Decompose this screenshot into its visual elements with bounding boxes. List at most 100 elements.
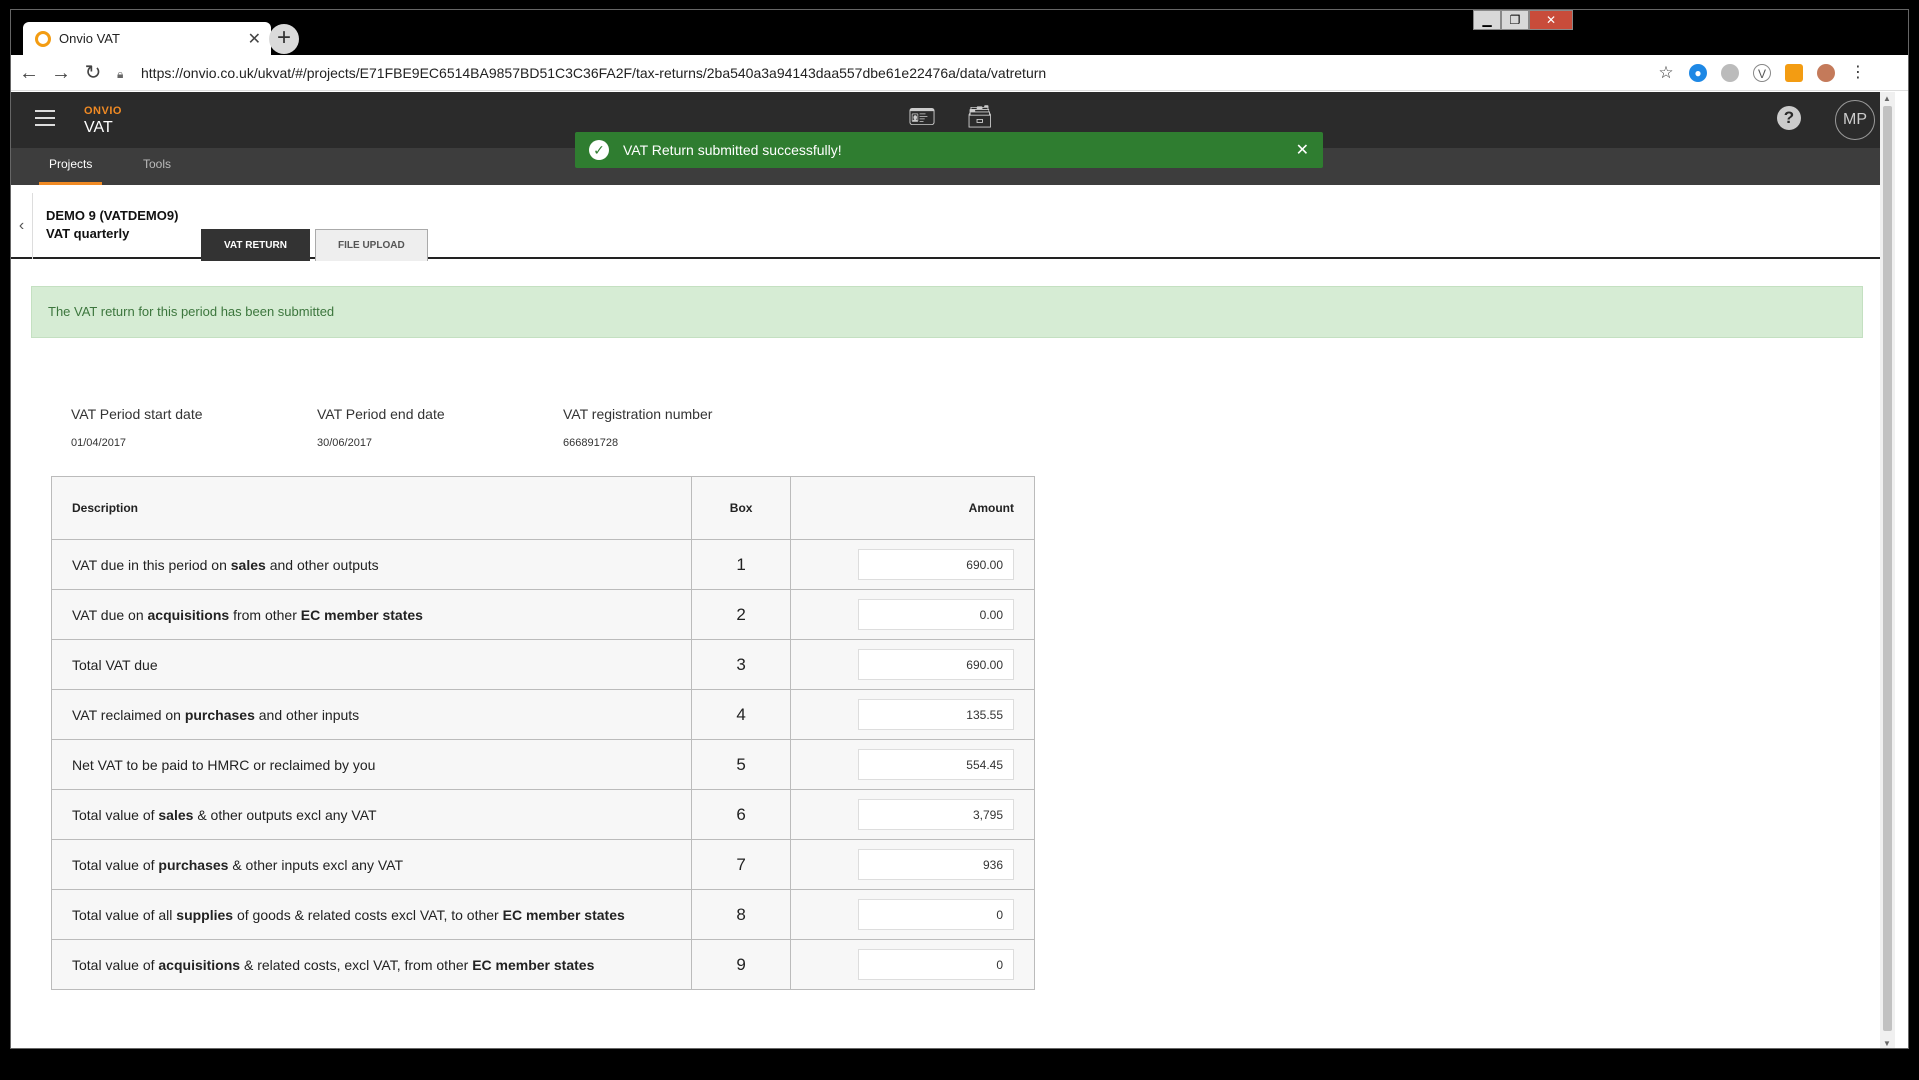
description-bold-text: EC member states <box>300 606 423 623</box>
amount-input[interactable] <box>858 649 1014 680</box>
extension-v-icon[interactable]: V <box>1753 63 1771 82</box>
row-amount-cell <box>790 539 1035 590</box>
table-row: VAT due on acquisitions from other EC me… <box>50 589 1035 640</box>
brand-name: VAT <box>84 119 113 136</box>
chevron-left-icon[interactable]: ‹ <box>11 193 33 259</box>
description-text: Total value of <box>72 956 159 973</box>
amount-input[interactable] <box>858 749 1014 780</box>
tab-close-icon[interactable]: ✕ <box>248 29 261 49</box>
vat-return-table: Description Box Amount VAT due in this p… <box>50 476 1035 990</box>
meta-start: VAT Period start date 01/04/2017 <box>71 406 203 449</box>
nav-tab-tools[interactable]: Tools <box>133 148 181 185</box>
scrollbar-thumb[interactable] <box>1883 106 1892 1031</box>
row-box-number: 9 <box>691 939 792 990</box>
lock-icon: 🔒︎ <box>117 66 124 81</box>
row-box-number: 4 <box>691 689 792 740</box>
description-text: and other outputs <box>265 556 379 573</box>
browser-window: Onvio VAT ✕ + ▁ ❐ ✕ ← → ↻ 🔒︎ https://onv… <box>10 9 1909 1049</box>
description-bold-text: purchases <box>158 856 229 873</box>
description-text: Total VAT due <box>72 656 158 673</box>
description-bold-text: acquisitions <box>158 956 241 973</box>
row-box-number: 6 <box>691 789 792 840</box>
table-row: Net VAT to be paid to HMRC or reclaimed … <box>50 739 1035 790</box>
row-description: Total value of sales & other outputs exc… <box>50 789 693 840</box>
amount-input[interactable] <box>858 599 1014 630</box>
window-close-button[interactable]: ✕ <box>1529 10 1573 30</box>
browser-menu-icon[interactable]: ⋮ <box>1849 64 1867 82</box>
url-text: https://onvio.co.uk/ukvat/#/projects/E71… <box>141 64 1047 81</box>
description-bold-text: EC member states <box>502 906 625 923</box>
maximize-button[interactable]: ❐ <box>1501 10 1529 30</box>
extension-grey-icon[interactable] <box>1721 63 1739 82</box>
amount-input[interactable] <box>858 549 1014 580</box>
row-description: Total value of all supplies of goods & r… <box>50 889 693 940</box>
window-controls: ▁ ❐ ✕ <box>1473 10 1573 30</box>
amount-input[interactable] <box>858 949 1014 980</box>
archive-icon[interactable]: 🗃︎ <box>966 104 994 130</box>
description-text: VAT reclaimed on <box>72 706 185 723</box>
description-text: & related costs, excl VAT, from other <box>240 956 473 973</box>
description-bold-text: supplies <box>176 906 234 923</box>
end-date-value: 30/06/2017 <box>317 437 373 449</box>
project-header: ‹ DEMO 9 (VATDEMO9) VAT quarterly VAT RE… <box>11 193 1885 261</box>
back-arrow-icon[interactable]: ← <box>15 59 43 87</box>
row-description: VAT due on acquisitions from other EC me… <box>50 589 693 640</box>
forward-arrow-icon[interactable]: → <box>47 59 75 87</box>
reg-number-value: 666891728 <box>563 437 619 449</box>
table-row: Total VAT due 3 <box>50 639 1035 690</box>
table-row: Total value of sales & other outputs exc… <box>50 789 1035 840</box>
table-body: VAT due in this period on sales and othe… <box>50 539 1035 990</box>
row-amount-cell <box>790 789 1035 840</box>
description-bold-text: purchases <box>184 706 255 723</box>
extension-orange-icon[interactable] <box>1785 63 1803 82</box>
extension-icons: ☆ ● V ⋮ <box>1657 63 1867 82</box>
profile-icon[interactable] <box>1817 63 1835 82</box>
description-text: VAT due on <box>72 606 148 623</box>
description-bold-text: acquisitions <box>147 606 230 623</box>
toast-close-icon[interactable]: ✕ <box>1296 140 1309 160</box>
new-tab-button[interactable]: + <box>269 24 299 54</box>
row-description: Total VAT due <box>50 639 693 690</box>
page-scrollbar[interactable]: ▲ ▼ <box>1880 92 1895 1048</box>
header-center-icons: 🪪︎ 🗃︎ <box>908 104 994 130</box>
scroll-down-icon[interactable]: ▼ <box>1883 1039 1891 1048</box>
description-text: Total value of <box>72 856 159 873</box>
description-text: Total value of <box>72 806 159 823</box>
help-icon[interactable]: ? <box>1777 106 1801 130</box>
nav-tab-projects[interactable]: Projects <box>39 148 103 185</box>
scroll-up-icon[interactable]: ▲ <box>1883 94 1891 103</box>
amount-input[interactable] <box>858 699 1014 730</box>
description-text: Total value of all <box>72 906 177 923</box>
amount-input[interactable] <box>858 899 1014 930</box>
amount-input[interactable] <box>858 849 1014 880</box>
tab-vat-return[interactable]: VAT RETURN <box>201 229 310 261</box>
star-icon[interactable]: ☆ <box>1657 63 1675 82</box>
row-box-number: 1 <box>691 539 792 590</box>
row-amount-cell <box>790 889 1035 940</box>
avatar[interactable]: MP <box>1835 100 1875 140</box>
tab-file-upload[interactable]: FILE UPLOAD <box>315 229 428 261</box>
id-card-icon[interactable]: 🪪︎ <box>908 104 936 130</box>
table-row: VAT due in this period on sales and othe… <box>50 539 1035 590</box>
extension-blue-icon[interactable]: ● <box>1689 63 1707 82</box>
table-row: Total value of acquisitions & related co… <box>50 939 1035 990</box>
hamburger-icon[interactable] <box>35 110 55 128</box>
reload-icon[interactable]: ↻ <box>79 59 107 87</box>
onvio-favicon-icon <box>35 30 51 47</box>
success-toast: ✓ VAT Return submitted successfully! ✕ <box>575 132 1323 168</box>
address-bar[interactable]: 🔒︎ https://onvio.co.uk/ukvat/#/projects/… <box>117 59 1647 87</box>
description-text: of goods & related costs excl VAT, to ot… <box>233 906 503 923</box>
minimize-button[interactable]: ▁ <box>1473 10 1501 30</box>
table-row: Total value of all supplies of goods & r… <box>50 889 1035 940</box>
row-box-number: 7 <box>691 839 792 890</box>
amount-input[interactable] <box>858 799 1014 830</box>
browser-tab[interactable]: Onvio VAT ✕ <box>23 22 271 55</box>
browser-toolbar: ← → ↻ 🔒︎ https://onvio.co.uk/ukvat/#/pro… <box>11 55 1908 91</box>
description-bold-text: sales <box>230 556 266 573</box>
description-bold-text: sales <box>158 806 194 823</box>
meta-end: VAT Period end date 30/06/2017 <box>317 406 445 449</box>
table-row: VAT reclaimed on purchases and other inp… <box>50 689 1035 740</box>
row-description: Total value of acquisitions & related co… <box>50 939 693 990</box>
row-amount-cell <box>790 839 1035 890</box>
start-date-value: 01/04/2017 <box>71 437 127 449</box>
